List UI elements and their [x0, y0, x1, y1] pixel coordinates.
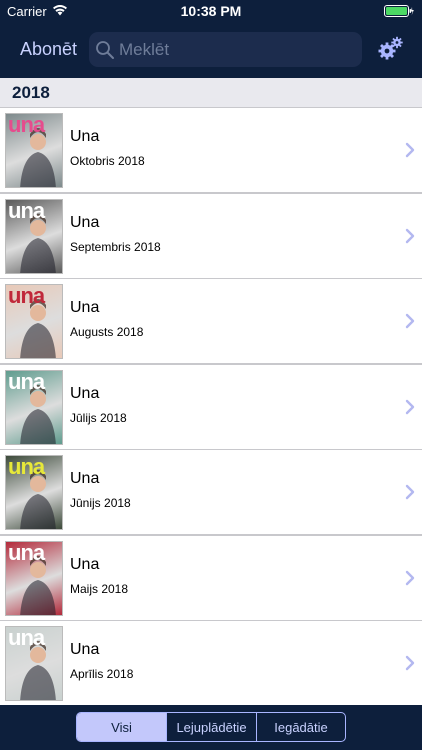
- tab-all[interactable]: Visi: [77, 713, 167, 741]
- clock: 10:38 PM: [180, 3, 242, 19]
- issue-list[interactable]: una Una Oktobris 2018 una Una Septembris 2018…: [0, 108, 422, 705]
- battery-icon: [384, 5, 414, 17]
- issue-date: Jūnijs 2018: [70, 496, 131, 510]
- cover-logo: una: [8, 199, 45, 223]
- issue-date: Maijs 2018: [70, 582, 129, 596]
- section-header: 2018: [0, 78, 422, 108]
- cover-logo: una: [8, 626, 45, 650]
- issue-row[interactable]: una Una Jūlijs 2018: [0, 365, 422, 449]
- magazine-cover: una: [5, 113, 63, 188]
- chevron-right-icon: [405, 228, 415, 244]
- issue-row[interactable]: una Una Aprīlis 2018: [0, 621, 422, 705]
- subscribe-button[interactable]: Abonēt: [20, 39, 77, 60]
- issue-row[interactable]: una Una Septembris 2018: [0, 194, 422, 278]
- status-bar: Carrier 10:38 PM: [0, 0, 422, 24]
- issue-date: Oktobris 2018: [70, 154, 145, 168]
- issue-title: Una: [70, 470, 100, 487]
- search-input[interactable]: [119, 32, 355, 67]
- nav-bar: Abonēt: [0, 24, 422, 78]
- issue-date: Jūlijs 2018: [70, 411, 127, 425]
- issue-title: Una: [70, 641, 100, 658]
- tab-downloaded[interactable]: Lejuplādētie: [167, 713, 257, 741]
- magazine-cover: una: [5, 626, 63, 701]
- issue-row[interactable]: una Una Augusts 2018: [0, 279, 422, 363]
- magazine-cover: una: [5, 370, 63, 445]
- issue-title: Una: [70, 128, 100, 145]
- issue-date: Septembris 2018: [70, 240, 161, 254]
- tab-purchased[interactable]: Iegādātie: [257, 713, 345, 741]
- issue-date: Aprīlis 2018: [70, 667, 134, 681]
- settings-gears-icon[interactable]: [378, 36, 404, 62]
- magazine-cover: una: [5, 284, 63, 359]
- chevron-right-icon: [405, 655, 415, 671]
- issue-title: Una: [70, 299, 100, 316]
- search-bar[interactable]: [89, 32, 362, 67]
- cover-logo: una: [8, 541, 45, 565]
- issue-row[interactable]: una Una Oktobris 2018: [0, 108, 422, 192]
- magazine-cover: una: [5, 199, 63, 274]
- issue-row[interactable]: una Una Maijs 2018: [0, 536, 422, 620]
- issue-row[interactable]: una Una Jūnijs 2018: [0, 450, 422, 534]
- magazine-cover: una: [5, 541, 63, 616]
- chevron-right-icon: [405, 399, 415, 415]
- cover-logo: una: [8, 113, 45, 137]
- chevron-right-icon: [405, 570, 415, 586]
- cover-logo: una: [8, 455, 45, 479]
- chevron-right-icon: [405, 142, 415, 158]
- issue-date: Augusts 2018: [70, 325, 144, 339]
- cover-logo: una: [8, 284, 45, 308]
- filter-segmented-control: Visi Lejuplādētie Iegādātie: [76, 712, 346, 742]
- chevron-right-icon: [405, 313, 415, 329]
- magazine-cover: una: [5, 455, 63, 530]
- chevron-right-icon: [405, 484, 415, 500]
- bottom-toolbar: Visi Lejuplādētie Iegādātie: [0, 705, 422, 750]
- cover-logo: una: [8, 370, 45, 394]
- issue-title: Una: [70, 556, 100, 573]
- search-icon: [96, 41, 114, 59]
- issue-title: Una: [70, 385, 100, 402]
- issue-title: Una: [70, 214, 100, 231]
- section-title: 2018: [12, 83, 50, 102]
